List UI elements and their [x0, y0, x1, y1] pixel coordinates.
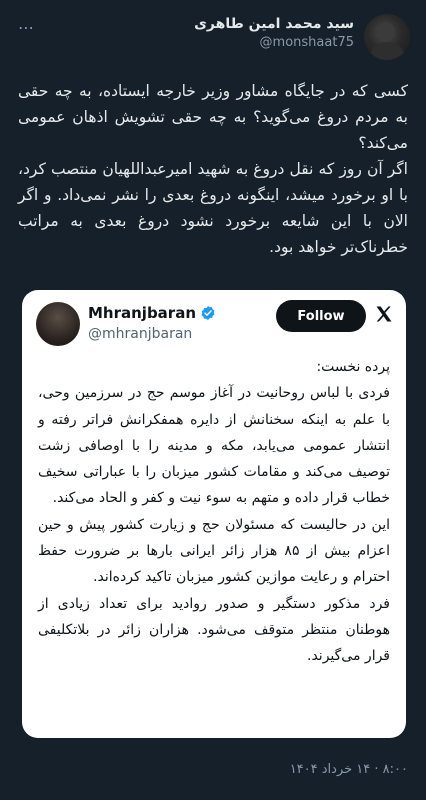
embedded-tweet-card[interactable]: Mhranjbaran @mhranjbaran Follow پرده نخس… — [22, 290, 406, 738]
more-dots-icon[interactable]: ⋯ — [18, 18, 35, 37]
verified-badge-icon — [201, 306, 215, 320]
embedded-paragraph: فردی با لباس روحانیت در آغاز موسم حج در … — [38, 385, 390, 507]
author-avatar[interactable] — [364, 14, 410, 60]
author-info: سید محمد امین طاهری @monshaat75 — [194, 16, 354, 50]
embedded-author-name[interactable]: Mhranjbaran — [88, 304, 196, 322]
embedded-paragraph: پرده نخست: — [316, 359, 390, 375]
embedded-paragraph: این در حالیست که مسئولان حج و زیارت کشور… — [38, 516, 390, 586]
tweet-paragraph: اگر آن روز که نقل دروغ به شهید امیرعبدال… — [18, 160, 408, 256]
embedded-author-handle[interactable]: @mhranjbaran — [88, 326, 192, 342]
embedded-tweet-text: پرده نخست: فردی با لباس روحانیت در آغاز … — [38, 354, 390, 670]
embedded-paragraph: فرد مذکور دستگیر و صدور روادید برای تعدا… — [38, 595, 390, 665]
author-handle[interactable]: @monshaat75 — [194, 35, 354, 50]
x-logo-icon[interactable] — [374, 304, 394, 324]
author-name[interactable]: سید محمد امین طاهری — [194, 16, 354, 32]
tweet-paragraph: کسی که در جایگاه مشاور وزیر خارجه ایستاد… — [18, 82, 408, 152]
follow-button[interactable]: Follow — [276, 300, 366, 332]
embedded-author-avatar[interactable] — [36, 302, 80, 346]
tweet: ⋯ سید محمد امین طاهری @monshaat75 کسی که… — [0, 0, 426, 800]
tweet-timestamp[interactable]: ۸:۰۰ · ۱۴ خرداد ۱۴۰۴ — [290, 762, 408, 777]
embedded-author-name-row: Mhranjbaran — [88, 304, 216, 322]
tweet-text: کسی که در جایگاه مشاور وزیر خارجه ایستاد… — [18, 78, 408, 260]
